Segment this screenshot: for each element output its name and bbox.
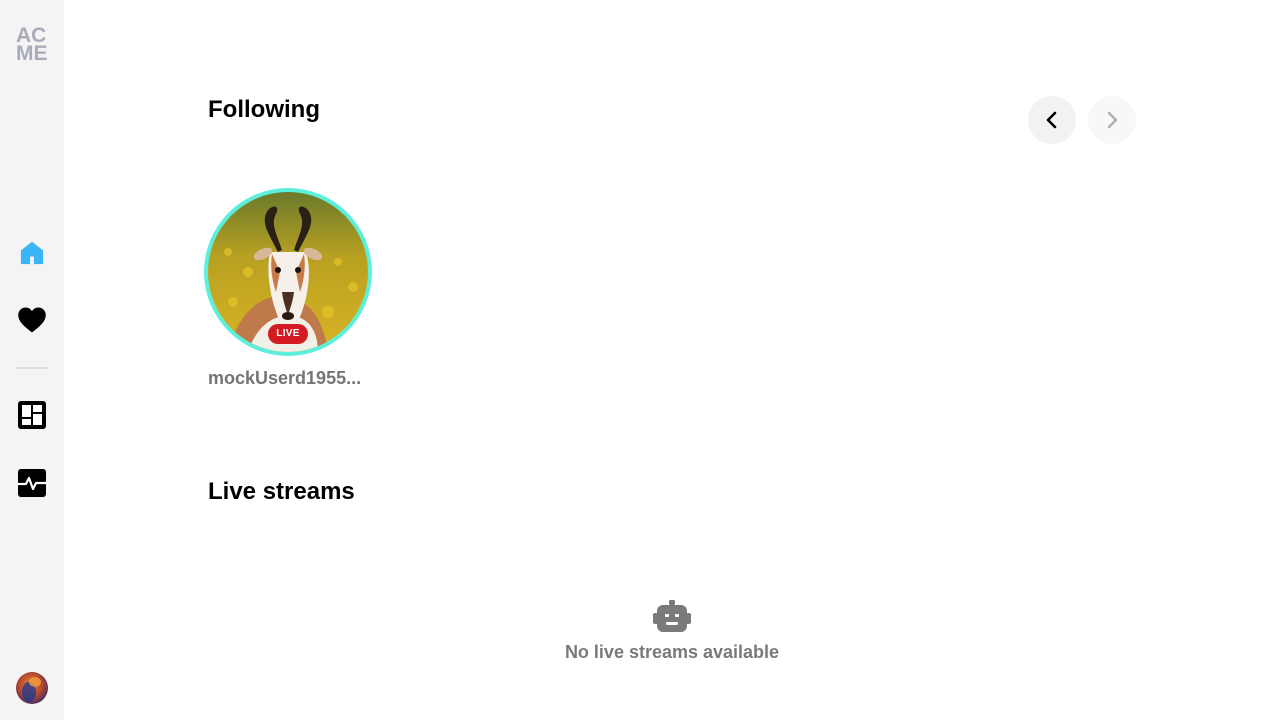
acme-logo[interactable]: AC ME xyxy=(16,25,50,65)
home-icon xyxy=(20,241,44,265)
live-streams-title: Live streams xyxy=(208,478,355,505)
dashboard-icon xyxy=(18,401,46,429)
sidebar: AC ME xyxy=(0,0,64,720)
following-title: Following xyxy=(208,96,320,123)
chevron-left-icon xyxy=(1046,111,1057,129)
live-ring: LIVE xyxy=(204,188,372,356)
sidebar-item-activity[interactable] xyxy=(16,467,48,499)
sidebar-divider xyxy=(16,367,48,369)
heart-icon xyxy=(18,307,46,333)
sidebar-item-dashboard[interactable] xyxy=(16,399,48,431)
user-avatar[interactable] xyxy=(16,672,48,704)
chevron-right-icon xyxy=(1107,111,1118,129)
following-channel-card[interactable]: LIVE mockUserd1955... xyxy=(204,188,372,388)
sidebar-item-home[interactable] xyxy=(16,237,48,269)
activity-icon xyxy=(18,469,46,497)
logo-line-2: ME xyxy=(16,42,48,65)
carousel-prev-button[interactable] xyxy=(1028,96,1076,144)
empty-state-text: No live streams available xyxy=(564,642,780,662)
app-root: AC ME Following LIVE mockUserd1955... Li… xyxy=(0,0,1280,720)
sidebar-item-favorites[interactable] xyxy=(16,304,48,336)
empty-state: No live streams available xyxy=(472,600,872,663)
live-badge: LIVE xyxy=(268,324,308,344)
avatar-image xyxy=(16,672,48,704)
carousel-next-button[interactable] xyxy=(1088,96,1136,144)
robot-icon xyxy=(653,600,691,632)
channel-name[interactable]: mockUserd1955... xyxy=(208,368,372,389)
